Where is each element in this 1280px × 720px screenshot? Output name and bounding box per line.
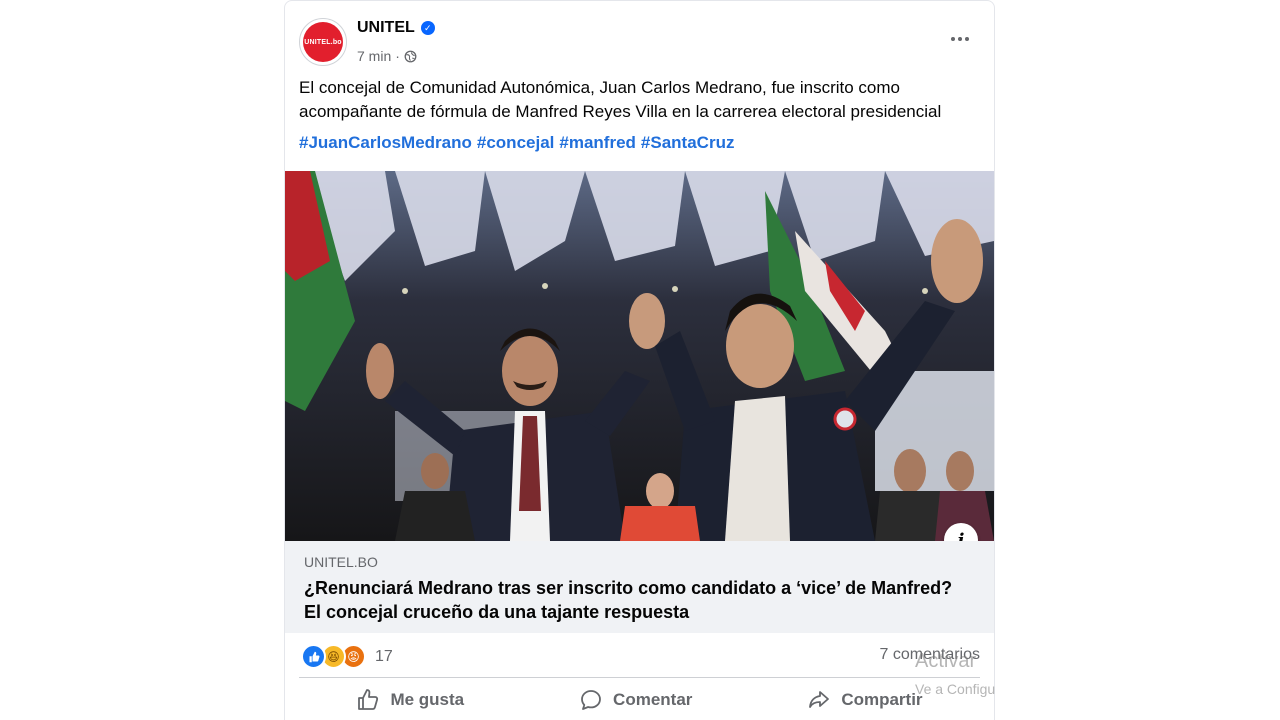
more-dot-icon <box>958 37 962 41</box>
link-domain: UNITEL.BO <box>304 554 378 570</box>
like-label: Me gusta <box>390 690 465 709</box>
comments-count[interactable]: 7 comentarios <box>880 646 981 664</box>
comment-button[interactable]: Comentar <box>567 684 704 716</box>
hashtag-link[interactable]: #manfred <box>559 133 636 153</box>
page-name-row: UNITEL ✓ <box>357 19 435 37</box>
facebook-post: UNITEL.bo UNITEL ✓ 7 min · El concejal d… <box>284 0 995 720</box>
post-photo[interactable] <box>285 171 994 541</box>
post-text: El concejal de Comunidad Autonómica, Jua… <box>299 78 942 121</box>
share-label: Compartir <box>841 690 923 709</box>
more-options-button[interactable] <box>946 29 974 49</box>
actions-divider <box>299 677 980 678</box>
comment-bubble-icon <box>581 690 601 710</box>
like-button[interactable]: Me gusta <box>344 684 476 716</box>
more-dot-icon <box>951 37 955 41</box>
share-button[interactable]: Compartir <box>795 684 934 716</box>
post-actions: Me gusta Comentar Compartir <box>299 681 980 719</box>
meta-separator: · <box>395 48 400 64</box>
thumbs-up-icon <box>358 689 379 710</box>
hashtag-link[interactable]: #SantaCruz <box>641 133 735 153</box>
like-reaction-icon <box>301 644 326 669</box>
reactions-summary[interactable]: 😆 😡 17 <box>301 644 393 669</box>
share-arrow-icon <box>809 691 830 708</box>
reaction-count: 17 <box>375 647 393 665</box>
post-meta: 7 min · <box>357 48 417 64</box>
link-title[interactable]: ¿Renunciará Medrano tras ser inscrito co… <box>304 576 964 624</box>
photo-illustration <box>285 171 994 541</box>
post-time[interactable]: 7 min <box>357 48 391 64</box>
page-avatar[interactable]: UNITEL.bo <box>299 18 347 66</box>
verified-badge-icon: ✓ <box>420 21 435 35</box>
hashtags: #JuanCarlosMedrano #concejal #manfred #S… <box>299 133 734 153</box>
unitel-logo: UNITEL.bo <box>303 22 343 62</box>
comment-label: Comentar <box>613 690 693 709</box>
link-preview[interactable]: UNITEL.BO ¿Renunciará Medrano tras ser i… <box>285 541 994 633</box>
hashtag-link[interactable]: #concejal <box>477 133 555 153</box>
hashtag-link[interactable]: #JuanCarlosMedrano <box>299 133 472 153</box>
page-name[interactable]: UNITEL <box>357 19 415 37</box>
more-dot-icon <box>965 37 969 41</box>
globe-icon <box>404 50 417 62</box>
